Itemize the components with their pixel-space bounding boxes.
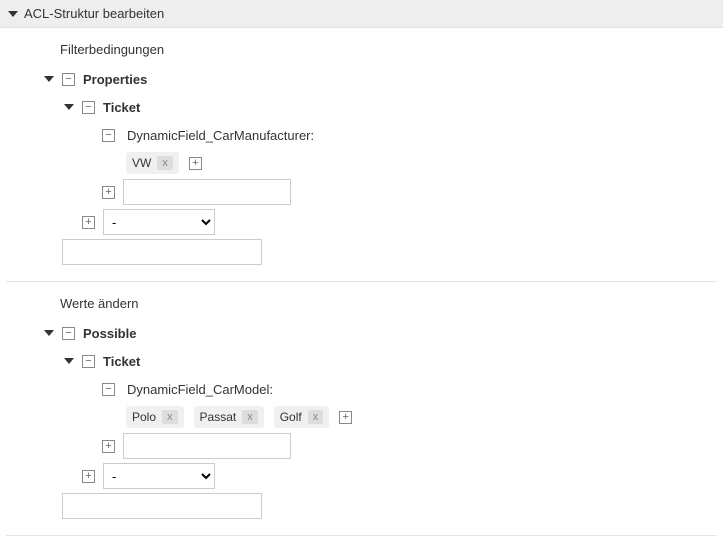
caret-down-icon [8, 11, 18, 17]
tags-row: VW x + [0, 149, 723, 177]
field-row: − DynamicField_CarManufacturer: [0, 121, 723, 149]
tag-vw: VW x [126, 152, 179, 174]
plus-icon[interactable]: + [82, 216, 95, 229]
plus-icon[interactable]: + [339, 411, 352, 424]
ticket-label: Ticket [103, 354, 140, 369]
new-value-input[interactable] [123, 179, 291, 205]
tag-remove-icon[interactable]: x [308, 410, 324, 424]
caret-down-icon [44, 76, 54, 82]
minus-icon[interactable]: − [102, 129, 115, 142]
plus-icon[interactable]: + [82, 470, 95, 483]
tag-passat: Passat x [194, 406, 264, 428]
properties-label: Properties [83, 72, 147, 87]
tag-label: Golf [280, 410, 302, 424]
panel-title: ACL-Struktur bearbeiten [24, 6, 164, 21]
minus-icon[interactable]: − [82, 355, 95, 368]
new-group-input[interactable] [62, 239, 262, 265]
tag-remove-icon[interactable]: x [157, 156, 173, 170]
ticket-row[interactable]: − Ticket [0, 93, 723, 121]
tag-remove-icon[interactable]: x [242, 410, 258, 424]
new-group-input[interactable] [62, 493, 262, 519]
minus-icon[interactable]: − [102, 383, 115, 396]
tag-label: Passat [200, 410, 237, 424]
filter-heading: Filterbedingungen [0, 38, 723, 65]
caret-down-icon [44, 330, 54, 336]
change-heading: Werte ändern [0, 292, 723, 319]
tags-row: Polo x Passat x Golf x + [0, 403, 723, 431]
field-label: DynamicField_CarManufacturer: [127, 128, 314, 143]
caret-down-icon [64, 358, 74, 364]
minus-icon[interactable]: − [82, 101, 95, 114]
tag-label: Polo [132, 410, 156, 424]
add-field-row: + - [0, 207, 723, 237]
ticket-row[interactable]: − Ticket [0, 347, 723, 375]
minus-icon[interactable]: − [62, 327, 75, 340]
ticket-label: Ticket [103, 100, 140, 115]
field-select[interactable]: - [103, 209, 215, 235]
tag-label: VW [132, 156, 151, 170]
field-label: DynamicField_CarModel: [127, 382, 273, 397]
tag-polo: Polo x [126, 406, 184, 428]
filter-section: Filterbedingungen − Properties − Ticket … [0, 28, 723, 267]
panel-header[interactable]: ACL-Struktur bearbeiten [0, 0, 723, 28]
tag-remove-icon[interactable]: x [162, 410, 178, 424]
add-group-row [0, 491, 723, 521]
add-group-row [0, 237, 723, 267]
possible-label: Possible [83, 326, 136, 341]
plus-icon[interactable]: + [189, 157, 202, 170]
minus-icon[interactable]: − [62, 73, 75, 86]
plus-icon[interactable]: + [102, 186, 115, 199]
change-section: Werte ändern − Possible − Ticket − Dynam… [0, 282, 723, 521]
caret-down-icon [64, 104, 74, 110]
tag-golf: Golf x [274, 406, 330, 428]
plus-icon[interactable]: + [102, 440, 115, 453]
field-row: − DynamicField_CarModel: [0, 375, 723, 403]
add-value-row: + [0, 431, 723, 461]
add-field-row: + - [0, 461, 723, 491]
add-value-row: + [0, 177, 723, 207]
properties-row[interactable]: − Properties [0, 65, 723, 93]
new-value-input[interactable] [123, 433, 291, 459]
field-select[interactable]: - [103, 463, 215, 489]
possible-row[interactable]: − Possible [0, 319, 723, 347]
